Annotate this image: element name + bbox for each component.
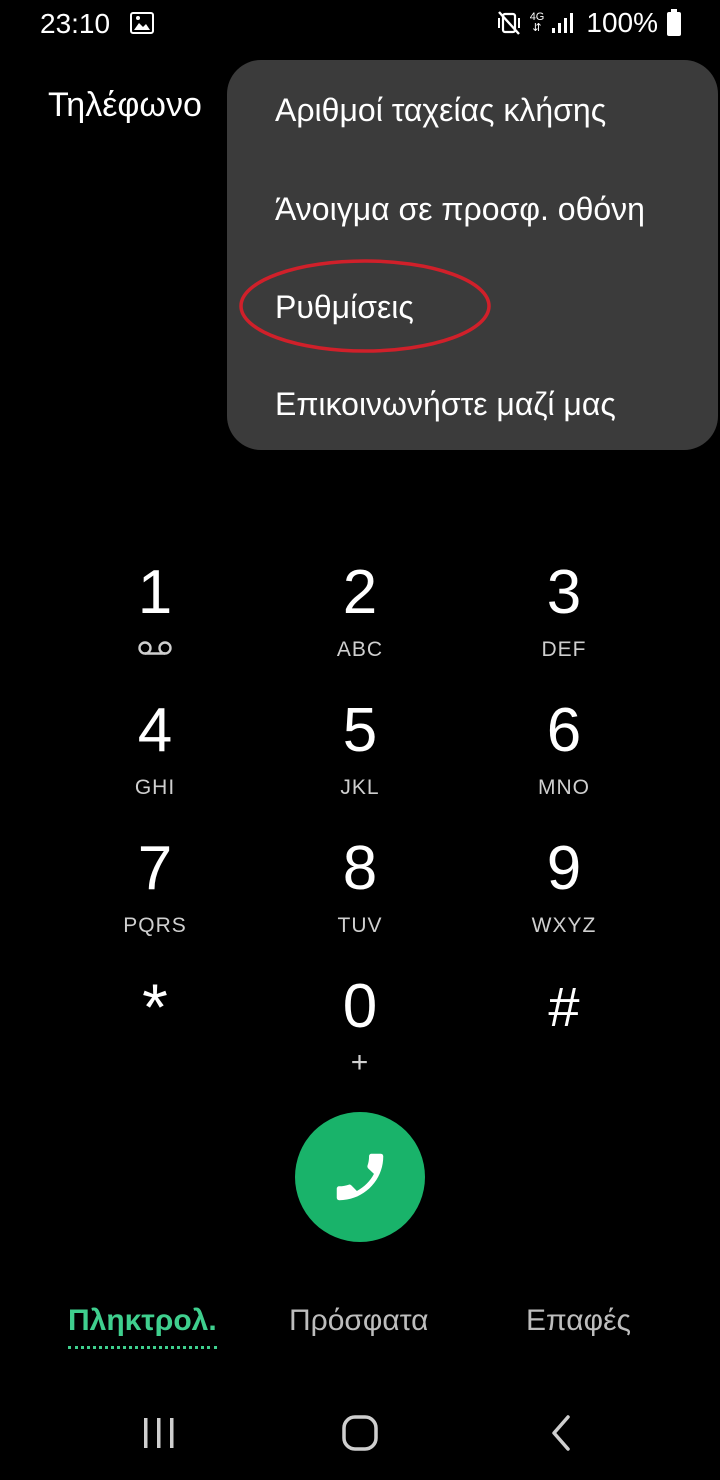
key-letters: TUV [337,914,383,937]
key-plus: + [350,1046,370,1079]
key-digit: * [142,970,168,1044]
signal-icon [552,13,574,33]
key-8[interactable]: 8 TUV [275,838,445,968]
home-icon[interactable] [340,1412,380,1452]
key-star[interactable]: * [70,970,240,1106]
app-title: Τηλέφωνο [48,86,202,124]
menu-item-settings[interactable]: Ρυθμίσεις [275,289,414,326]
overflow-menu: Αριθμοί ταχείας κλήσης Άνοιγμα σε προσφ.… [227,60,718,450]
key-letters: DEF [541,638,587,661]
battery-percent: 100% [586,7,658,38]
key-7[interactable]: 7 PQRS [70,838,240,968]
key-digit: 4 [137,696,173,765]
key-digit: 1 [137,558,173,627]
key-2[interactable]: 2 ABC [275,562,445,692]
key-digit: 3 [546,558,582,627]
key-letters: JKL [340,776,380,799]
status-bar: 23:10 4G ⇵ 100% [0,0,720,48]
key-digit: 2 [342,558,378,627]
tab-keypad[interactable]: Πληκτρολ. [68,1304,217,1349]
recent-apps-icon[interactable] [141,1412,177,1452]
key-digit: 5 [342,696,378,765]
menu-item-open-default-screen[interactable]: Άνοιγμα σε προσφ. οθόνη [275,191,645,228]
phone-icon [336,1153,384,1201]
key-digit: 6 [546,696,582,765]
key-letters: GHI [134,776,176,799]
status-icons: 4G ⇵ 100% [496,6,682,40]
key-digit: 9 [546,834,582,903]
key-0[interactable]: 0 + [275,976,445,1106]
key-hash[interactable]: # [479,976,649,1106]
back-icon[interactable] [546,1412,578,1452]
key-4[interactable]: 4 GHI [70,700,240,830]
key-digit: # [548,975,580,1038]
key-digit: 0 [342,972,378,1041]
key-letters: ABC [336,638,384,661]
status-time: 23:10 [40,8,111,39]
key-3[interactable]: 3 DEF [479,562,649,692]
key-letters: PQRS [123,914,187,937]
gallery-notification-icon [130,12,154,34]
call-button[interactable] [295,1112,425,1242]
mute-vibrate-icon [497,11,520,35]
key-letters: WXYZ [531,914,597,937]
menu-item-speed-dial[interactable]: Αριθμοί ταχείας κλήσης [275,92,606,129]
tab-contacts[interactable]: Επαφές [526,1304,631,1338]
key-9[interactable]: 9 WXYZ [479,838,649,968]
key-digit: 8 [342,834,378,903]
key-5[interactable]: 5 JKL [275,700,445,830]
key-letters: MNO [538,776,590,799]
key-6[interactable]: 6 MNO [479,700,649,830]
voicemail-icon [138,641,172,655]
key-1[interactable]: 1 [70,562,240,692]
key-digit: 7 [137,834,173,903]
battery-icon [667,9,681,36]
menu-item-contact-us[interactable]: Επικοινωνήστε μαζί μας [275,386,616,423]
tab-recent[interactable]: Πρόσφατα [289,1304,429,1338]
network-4g-icon: 4G ⇵ [529,11,545,34]
